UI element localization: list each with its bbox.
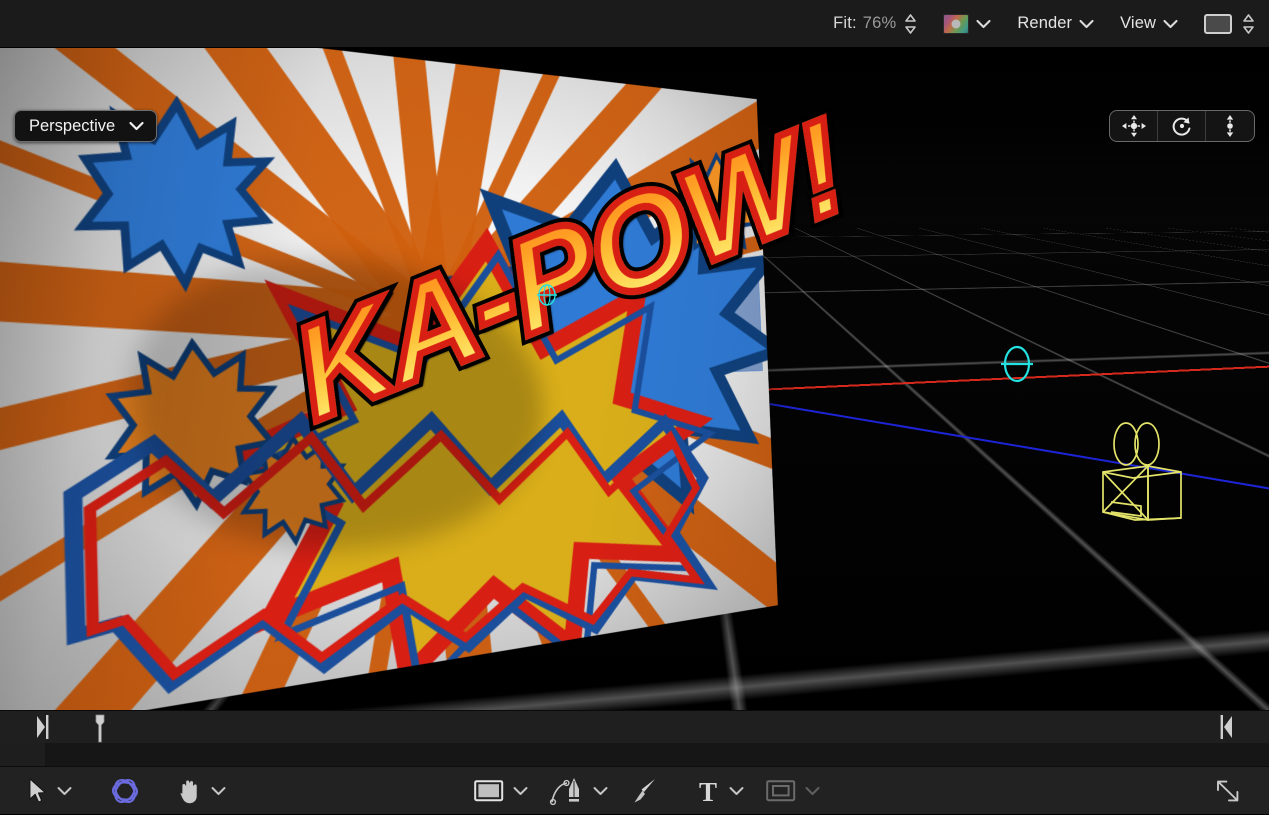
up-down-arrows-icon	[1221, 114, 1239, 138]
chevron-down-icon[interactable]	[129, 121, 144, 131]
orbit-rings-icon	[108, 775, 142, 807]
light-widget-large[interactable]	[996, 340, 1038, 388]
svg-text:T: T	[699, 777, 717, 807]
pan-view-tool[interactable]	[1110, 111, 1158, 141]
up-down-stepper-icon[interactable]	[1242, 13, 1255, 35]
orange-starburst-small-bottom	[233, 435, 352, 548]
camera-wireframe[interactable]	[1093, 416, 1189, 526]
arrow-cursor-icon	[28, 778, 48, 804]
chevron-down-icon[interactable]	[1163, 19, 1178, 29]
chevron-down-icon[interactable]	[211, 786, 226, 796]
background-color-swatch-icon[interactable]	[1204, 14, 1232, 34]
dolly-view-tool[interactable]	[1206, 111, 1254, 141]
playhead-icon[interactable]	[93, 713, 107, 743]
hand-icon	[176, 777, 202, 805]
rectangle-icon	[474, 779, 504, 803]
paint-tool[interactable]	[632, 767, 658, 815]
in-point-marker-icon[interactable]	[36, 714, 50, 740]
chevron-down-icon[interactable]	[805, 786, 820, 796]
fit-zoom-control[interactable]: Fit: 76%	[833, 9, 917, 39]
text-t-icon: T	[696, 777, 720, 805]
background-color-control[interactable]	[1204, 9, 1255, 39]
orange-starburst-lower-left	[91, 342, 290, 513]
3d-transform-tool[interactable]	[108, 767, 142, 815]
timeline-scrubber[interactable]	[0, 710, 1269, 743]
render-menu[interactable]: Render	[1017, 9, 1094, 39]
view-angle-menu[interactable]: Perspective	[14, 110, 157, 142]
pan-tool[interactable]	[176, 767, 226, 815]
out-point-marker-icon[interactable]	[1219, 714, 1233, 740]
bezier-pen-icon	[550, 777, 584, 805]
mask-rectangle-icon	[766, 779, 796, 803]
chevron-down-icon[interactable]	[976, 19, 991, 29]
chevron-down-icon[interactable]	[1079, 19, 1094, 29]
chevron-down-icon[interactable]	[57, 786, 72, 796]
mask-tool[interactable]	[766, 767, 820, 815]
viewport-canvas[interactable]: KA-POW! KA-POW! Perspective	[0, 48, 1269, 710]
select-tool[interactable]	[28, 767, 72, 815]
light-widget-small[interactable]	[533, 281, 561, 309]
timeline-pre-segment	[0, 743, 45, 766]
orbit-view-tool[interactable]	[1158, 111, 1206, 141]
chevron-down-icon[interactable]	[729, 786, 744, 796]
top-toolbar: Fit: 76% Render View	[0, 0, 1269, 48]
diagonal-resize-icon	[1214, 778, 1242, 804]
text-tool[interactable]: T	[696, 767, 744, 815]
view-menu[interactable]: View	[1120, 9, 1178, 39]
pen-tool[interactable]	[550, 767, 608, 815]
bottom-toolbar: T	[0, 766, 1269, 814]
scrubber-track[interactable]	[0, 711, 1269, 743]
chevron-down-icon[interactable]	[593, 786, 608, 796]
rotate-arrow-icon	[1170, 114, 1194, 138]
up-down-stepper-icon[interactable]	[904, 13, 917, 35]
four-way-arrows-icon	[1121, 114, 1147, 138]
color-channels-menu[interactable]	[943, 9, 991, 39]
shape-tool[interactable]	[474, 767, 528, 815]
view-menu-label: View	[1120, 14, 1156, 33]
chevron-down-icon[interactable]	[513, 786, 528, 796]
color-channels-swatch-icon[interactable]	[943, 14, 969, 34]
view-angle-label: Perspective	[29, 117, 115, 136]
render-menu-label: Render	[1017, 14, 1072, 33]
view-navigation-buttons	[1109, 110, 1255, 142]
fit-label: Fit:	[833, 14, 857, 33]
timeline-track-band[interactable]	[0, 743, 1269, 766]
resize-panel-handle[interactable]	[1214, 767, 1242, 815]
fit-value: 76%	[863, 14, 897, 33]
paint-brush-icon	[632, 777, 658, 805]
